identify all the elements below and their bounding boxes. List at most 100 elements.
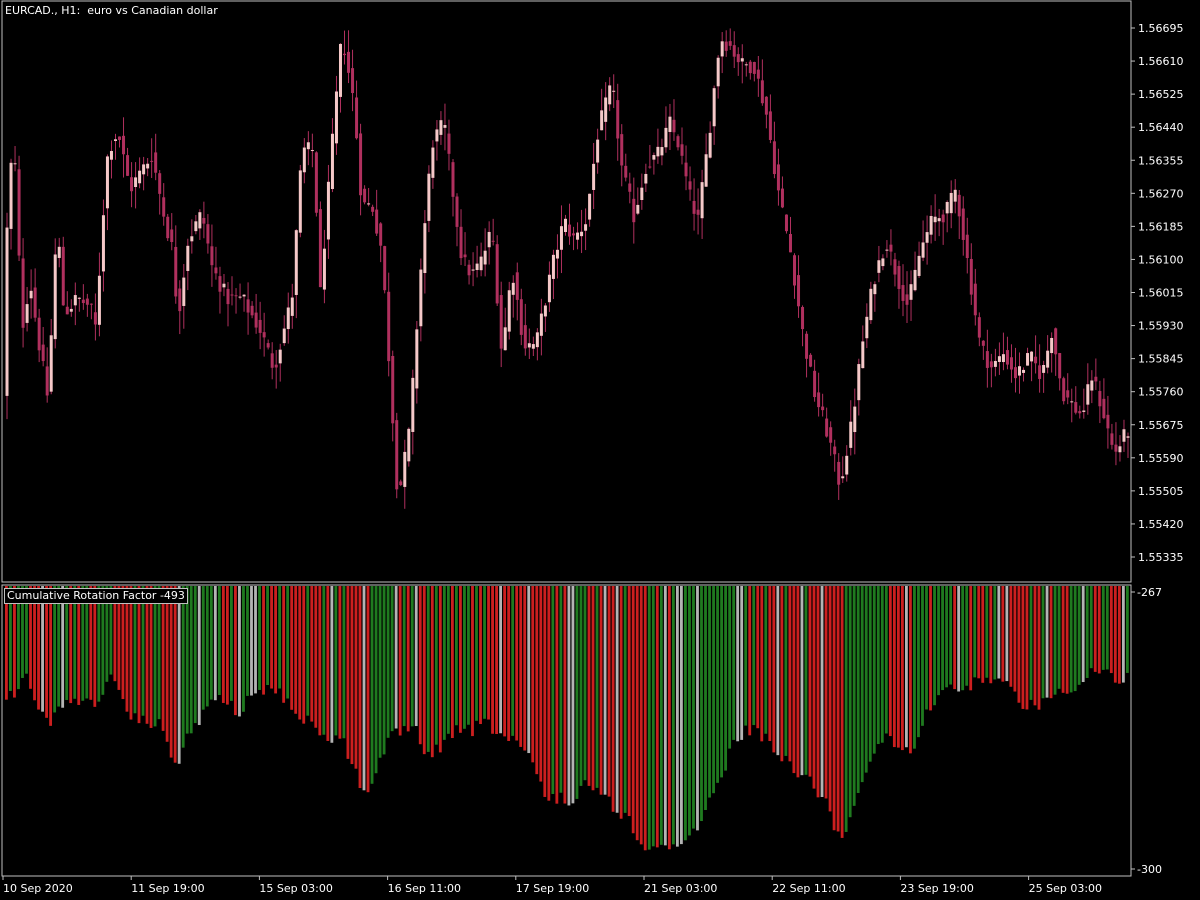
candle-body [105, 156, 109, 209]
candle-body [563, 218, 567, 232]
candle-body [740, 58, 744, 62]
candle-body [957, 194, 961, 217]
candle-body [343, 53, 347, 56]
indicator-axis-label: -267 [1137, 586, 1162, 599]
histogram-bar [258, 586, 261, 690]
histogram-bar [519, 586, 523, 747]
histogram-bar [1125, 586, 1129, 673]
candle-body [559, 226, 563, 250]
histogram-bar [752, 586, 756, 726]
candle-body [700, 182, 704, 219]
candle-body [877, 260, 881, 273]
histogram-bar [1061, 586, 1065, 693]
histogram-bar [611, 586, 615, 812]
histogram-bar [326, 586, 330, 741]
price-axis-label: 1.56185 [1138, 220, 1184, 233]
price-axis-label: 1.55845 [1138, 353, 1184, 366]
histogram-bar [426, 586, 430, 752]
histogram-bar [888, 586, 892, 737]
candle-body [849, 421, 853, 448]
candle-body [274, 364, 278, 368]
candle-body [817, 392, 821, 408]
histogram-bar [635, 586, 639, 841]
histogram-bar [917, 586, 920, 738]
candle-body [580, 231, 584, 237]
candle-body [403, 451, 407, 487]
histogram-bar [896, 586, 900, 748]
histogram-bar [997, 586, 1001, 679]
candle-body [596, 139, 600, 163]
candle-body [644, 173, 648, 184]
histogram-bar [274, 586, 278, 694]
histogram-bar [1033, 586, 1037, 706]
candle-body [250, 305, 254, 316]
candle-body [515, 272, 519, 300]
candle-body [616, 100, 620, 139]
histogram-bar [254, 586, 257, 694]
histogram-bar [430, 586, 434, 758]
histogram-bar [937, 586, 940, 696]
candle-body [1074, 402, 1078, 413]
histogram-bar [322, 586, 326, 735]
histogram-bar [346, 586, 350, 759]
histogram-bar [1025, 586, 1029, 710]
candle-body [776, 164, 780, 191]
histogram-bar [230, 586, 233, 701]
candle-body [961, 208, 965, 240]
price-axis-label: 1.55420 [1138, 518, 1184, 531]
candle-body [89, 303, 93, 305]
histogram-bar [872, 586, 876, 754]
candle-body [1030, 351, 1034, 362]
histogram-bar [338, 586, 342, 739]
candle-body [318, 209, 322, 288]
histogram-bar [973, 586, 977, 678]
histogram-bar [475, 586, 478, 721]
histogram-bar [1001, 586, 1005, 682]
histogram-bar [278, 586, 282, 689]
histogram-bar [655, 586, 659, 848]
candle-body [756, 69, 760, 79]
candle-body [1009, 357, 1013, 370]
histogram-bar [900, 586, 904, 751]
histogram-bar [414, 586, 418, 727]
histogram-bar [57, 586, 61, 707]
histogram-bar [41, 586, 44, 712]
candle-body [821, 406, 825, 411]
candle-body [347, 51, 351, 73]
candle-body [507, 290, 511, 332]
candle-body [1070, 401, 1074, 403]
candle-body [632, 198, 636, 223]
candle-body [166, 216, 170, 239]
candle-body [841, 476, 845, 479]
histogram-bar [993, 586, 997, 680]
candle-body [85, 298, 89, 305]
candle-body [242, 294, 246, 297]
histogram-bar [575, 586, 579, 799]
candle-body [61, 246, 65, 306]
histogram-bar [692, 586, 695, 829]
candle-body [154, 152, 158, 173]
candle-body [198, 212, 202, 229]
indicator-title: Cumulative Rotation Factor -493 [4, 588, 188, 604]
candle-body [1038, 365, 1042, 379]
histogram-bar [378, 586, 382, 758]
candle-body [479, 256, 483, 271]
candle-body [1082, 410, 1086, 412]
candle-body [668, 116, 672, 132]
candle-body [97, 275, 101, 325]
histogram-bar [161, 586, 165, 731]
histogram-bar [599, 586, 603, 795]
price-axis-label: 1.56015 [1138, 287, 1184, 300]
histogram-bar [941, 586, 944, 691]
histogram-bar [318, 586, 322, 736]
candle-body [306, 142, 310, 150]
candle-body [584, 224, 588, 231]
candle-body [897, 266, 901, 289]
candle-body [503, 327, 507, 351]
histogram-bar [1065, 586, 1069, 694]
price-axis-label: 1.55335 [1138, 551, 1184, 564]
candle-body [142, 164, 146, 175]
candle-body [1046, 350, 1050, 368]
candle-body [226, 288, 230, 305]
candle-body [1018, 366, 1022, 376]
